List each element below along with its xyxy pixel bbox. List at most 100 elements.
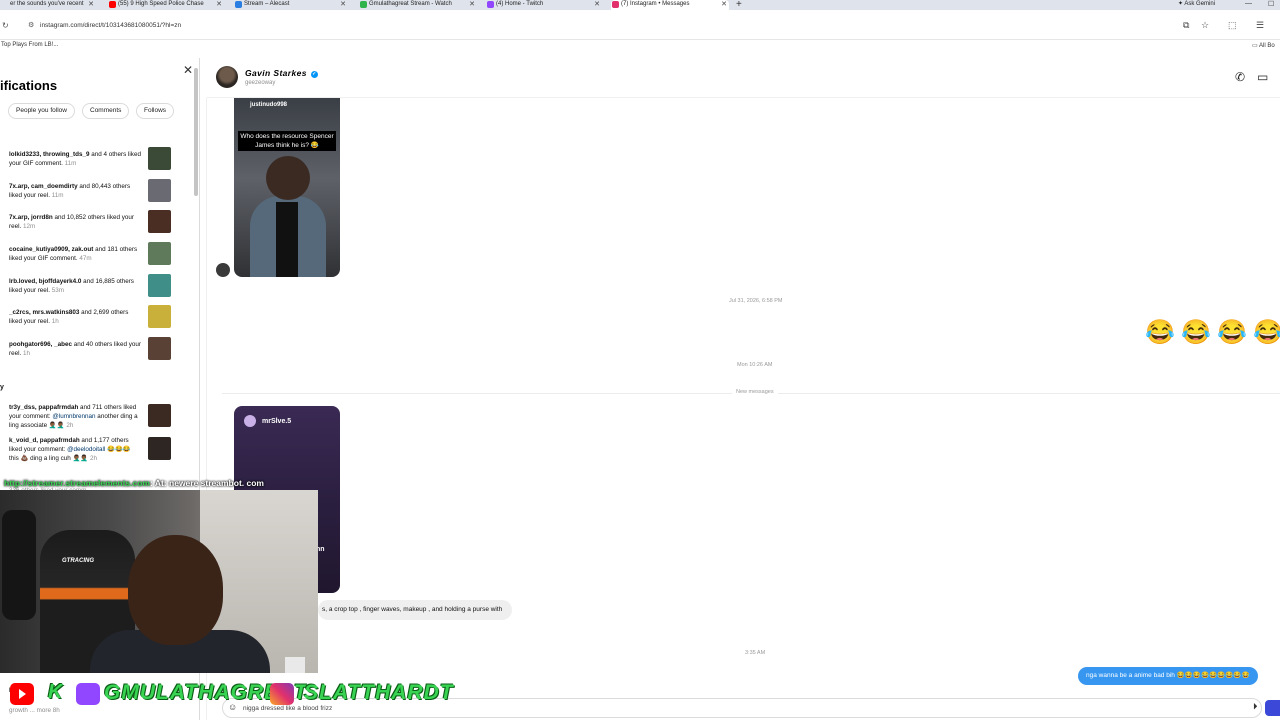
notification-item[interactable]: _c2rcs, mrs.watkins803 and 2,699 others … <box>9 308 141 326</box>
tab-2[interactable]: Stream – Alecast ✕ <box>234 0 348 10</box>
notification-time: 1h <box>23 350 31 357</box>
tab-3[interactable]: Gmulathagreat Stream - Watch ✕ <box>359 0 477 10</box>
notification-item[interactable]: k_void_d, pappafrmdah and 1,177 others l… <box>9 436 141 463</box>
url-text[interactable]: instagram.com/direct/t/103143681080051/?… <box>40 22 181 29</box>
site-info-icon[interactable]: ⚙ <box>28 21 34 29</box>
tab-title: er the sounds you've recent <box>10 1 84 7</box>
address-bar: ↻ ⚙ instagram.com/direct/t/1031436810800… <box>0 10 1280 40</box>
close-tab-icon[interactable]: ✕ <box>721 0 727 9</box>
streamer-head <box>128 535 223 645</box>
reload-icon[interactable]: ↻ <box>2 21 9 30</box>
shared-reel[interactable]: justinudo998 Who does the resource Spenc… <box>234 98 340 277</box>
notification-item[interactable]: poohgator696, _abec and 40 others liked … <box>9 340 141 358</box>
close-tab-icon[interactable]: ✕ <box>216 0 222 9</box>
notification-thumbnail[interactable] <box>148 274 171 297</box>
notification-item[interactable]: lrb.loved, bjoffdayerk4.0 and 16,885 oth… <box>9 277 141 295</box>
laughing-emoji[interactable]: 😂 <box>1145 318 1175 347</box>
youtube-icon <box>10 683 34 705</box>
notification-thumbnail[interactable] <box>148 337 171 360</box>
notification-item[interactable]: 7x.arp, jorrd8n and 10,852 others liked … <box>9 213 141 231</box>
tab-4[interactable]: (4) Home - Twitch ✕ <box>486 0 602 10</box>
notification-time: 2h <box>89 455 97 462</box>
laughing-emoji[interactable]: 😂 <box>1217 318 1247 347</box>
video-call-icon[interactable]: ▭ <box>1257 70 1268 84</box>
all-bookmarks[interactable]: ▭ All Bo <box>1252 42 1275 49</box>
timestamp: 3:35 AM <box>745 650 766 656</box>
chair-logo: GTRACING <box>62 558 94 564</box>
notification-thumbnail[interactable] <box>148 210 171 233</box>
notification-users[interactable]: _c2rcs, mrs.watkins803 <box>9 309 79 316</box>
reel-figure <box>266 156 310 200</box>
filter-follows[interactable]: Follows <box>136 103 175 119</box>
notification-thumbnail[interactable] <box>148 305 171 328</box>
bookmark-star-icon[interactable]: ☆ <box>1201 20 1209 31</box>
microphone-icon[interactable]: ⏵ <box>1253 701 1258 712</box>
notification-time: 53m <box>51 287 64 294</box>
notification-thumbnail[interactable] <box>148 437 171 460</box>
notification-item[interactable]: cocaine_kutiya0909, zak.out and 181 othe… <box>9 245 141 263</box>
close-icon[interactable]: ✕ <box>183 63 193 77</box>
reel-username: justinudo998 <box>250 102 288 108</box>
alecast-icon <box>235 1 242 8</box>
notification-users[interactable]: 7x.arp, cam_doemdirty <box>9 183 78 190</box>
chat-header: Gavin Starkes ✓ geezeoway ✆ ▭ <box>207 58 1280 98</box>
notification-thumbnail[interactable] <box>148 242 171 265</box>
notification-time: 11m <box>51 192 64 199</box>
new-tab-button[interactable]: + <box>736 0 742 10</box>
ticker-url: http://streamer.streamelements.com <box>4 478 150 488</box>
close-tab-icon[interactable]: ✕ <box>88 0 94 9</box>
notification-item[interactable]: lolkid3233, throwing_tds_9 and 4 others … <box>9 150 141 168</box>
verified-badge-icon: ✓ <box>310 71 318 78</box>
notification-time: 11m <box>64 160 77 167</box>
close-tab-icon[interactable]: ✕ <box>469 0 475 9</box>
filter-people-you-follow[interactable]: People you follow <box>8 103 75 119</box>
chat-name[interactable]: Gavin Starkes ✓ <box>245 68 318 78</box>
bookmarks-bar: Top Plays From LB!... ▭ All Bo <box>0 40 1280 52</box>
send-button[interactable] <box>1265 700 1280 716</box>
minimize-icon[interactable]: — <box>1245 0 1252 7</box>
notification-item[interactable]: tr3y_dss, pappafrmdah and 711 others lik… <box>9 403 141 430</box>
ask-gemini-button[interactable]: ✦ Ask Gemini <box>1178 0 1215 9</box>
ask-gemini-label: Ask Gemini <box>1184 1 1216 7</box>
install-icon[interactable]: ⧉ <box>1183 20 1189 31</box>
comment-mention[interactable]: @lumnbrennan <box>52 413 95 420</box>
laughing-emoji[interactable]: 😂 <box>1181 318 1211 347</box>
outgoing-message[interactable]: nga wanna be a anime bad bih 😂😂😂😂😂😂😂😂😂 <box>1078 667 1258 685</box>
filter-comments[interactable]: Comments <box>82 103 130 119</box>
notification-users[interactable]: cocaine_kutiya0909, zak.out <box>9 246 93 253</box>
notification-users[interactable]: lolkid3233, throwing_tds_9 <box>9 151 89 158</box>
close-tab-icon[interactable]: ✕ <box>594 0 600 9</box>
stream-icon <box>360 1 367 8</box>
notification-item[interactable]: 7x.arp, cam_doemdirty and 80,443 others … <box>9 182 141 200</box>
phone-icon[interactable]: ✆ <box>1235 70 1245 84</box>
notification-users[interactable]: k_void_d, pappafrmdah <box>9 437 80 444</box>
extensions-icon[interactable]: ⬚ <box>1228 20 1237 31</box>
avatar[interactable] <box>216 66 238 88</box>
sender-avatar[interactable] <box>216 263 230 277</box>
notification-users[interactable]: 7x.arp, jorrd8n <box>9 214 53 221</box>
notification-time: 47m <box>79 255 92 262</box>
notification-thumbnail[interactable] <box>148 404 171 427</box>
notification-users[interactable]: lrb.loved, bjoffdayerk4.0 <box>9 278 81 285</box>
reel-figure <box>276 202 298 277</box>
maximize-icon[interactable]: ☐ <box>1268 0 1274 8</box>
notification-thumbnail[interactable] <box>148 179 171 202</box>
tab-0[interactable]: ✕ er the sounds you've recent <box>0 0 96 10</box>
comment-mention[interactable]: @deelodoitall <box>67 446 105 453</box>
scrollbar[interactable] <box>194 68 198 196</box>
tab-title: (4) Home - Twitch <box>496 1 544 7</box>
notification-users[interactable]: poohgator696, _abec <box>9 341 72 348</box>
notification-thumbnail[interactable] <box>148 147 171 170</box>
bookmark-item[interactable]: Top Plays From LB!... <box>1 42 58 48</box>
tab-title: Gmulathagreat Stream - Watch <box>369 1 452 7</box>
tab-1[interactable]: (55) 9 High Speed Police Chase ✕ <box>108 0 224 10</box>
notification-users[interactable]: tr3y_dss, pappafrmdah <box>9 404 78 411</box>
tab-title: Stream – Alecast <box>244 1 290 7</box>
tab-5[interactable]: (7) Instagram • Messages ✕ <box>611 0 729 10</box>
kick-icon: K <box>48 681 64 703</box>
incoming-message[interactable]: s, a crop top , finger waves, makeup , a… <box>318 600 513 620</box>
laughing-emoji[interactable]: 😂 <box>1253 318 1280 347</box>
menu-icon[interactable]: ☰ <box>1256 20 1264 31</box>
close-tab-icon[interactable]: ✕ <box>340 0 346 9</box>
play-icon <box>19 689 26 699</box>
